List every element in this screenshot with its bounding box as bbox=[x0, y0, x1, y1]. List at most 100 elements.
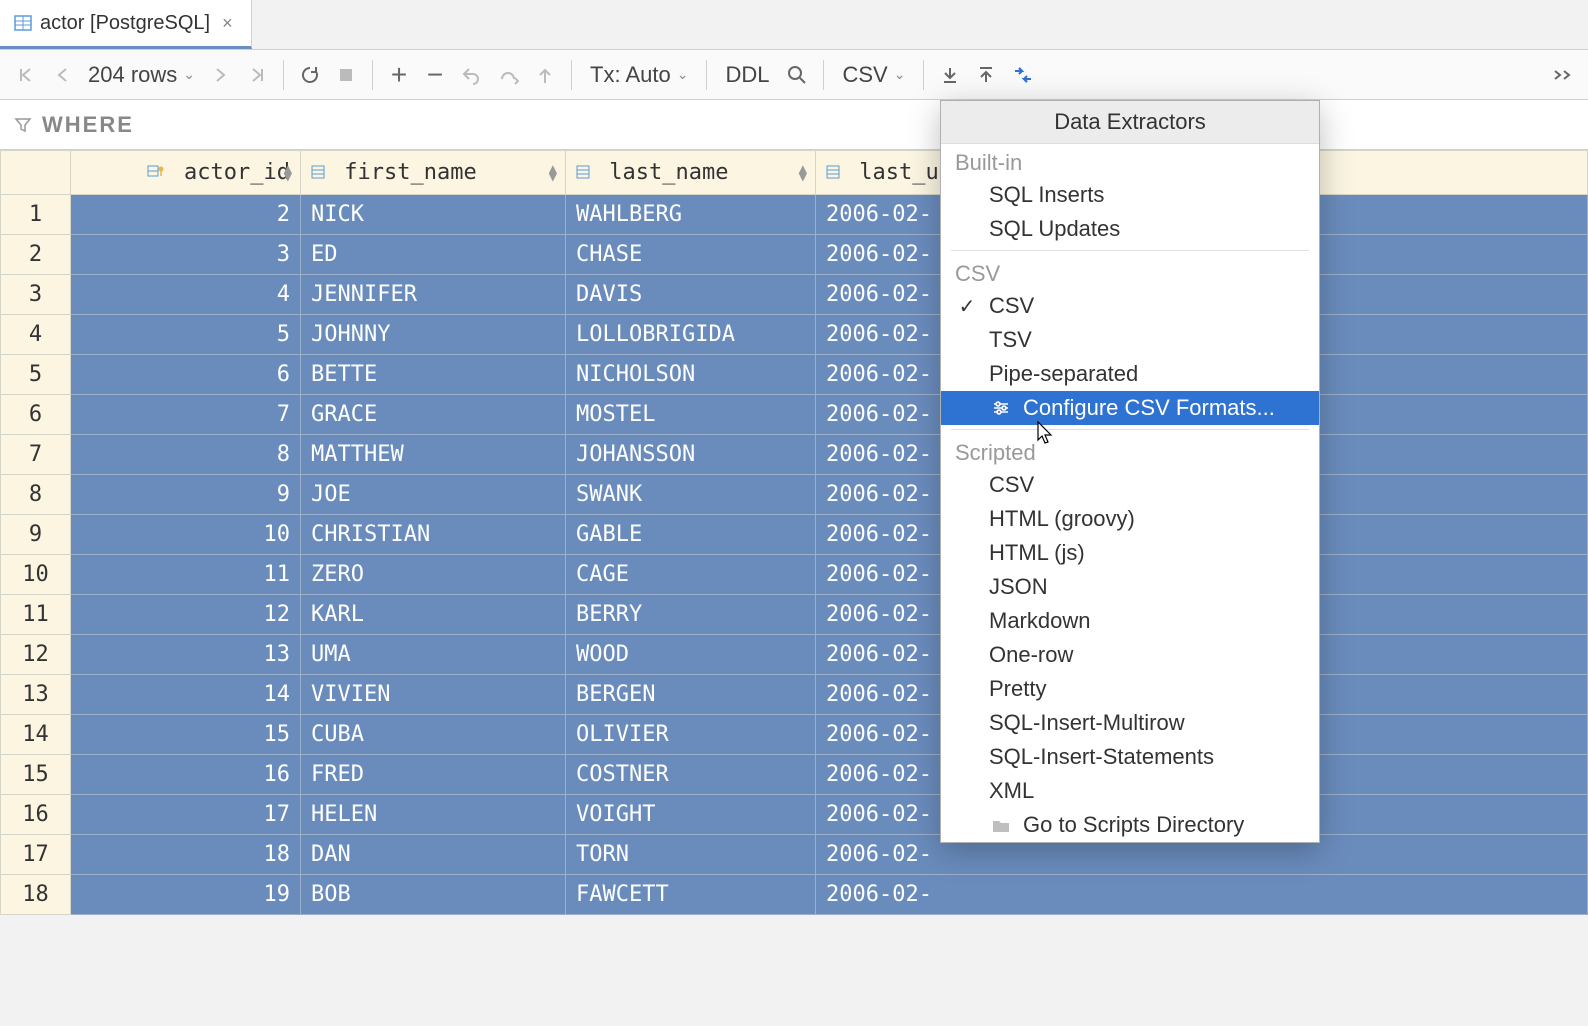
cell-first-name[interactable]: KARL bbox=[301, 595, 566, 635]
last-page-button[interactable] bbox=[239, 57, 275, 93]
cell-actor-id[interactable]: 6 bbox=[71, 355, 301, 395]
popup-item[interactable]: SQL Inserts bbox=[941, 178, 1319, 212]
cell-actor-id[interactable]: 14 bbox=[71, 675, 301, 715]
cell-last-name[interactable]: WAHLBERG bbox=[566, 195, 816, 235]
cell-actor-id[interactable]: 17 bbox=[71, 795, 301, 835]
cell-first-name[interactable]: BOB bbox=[301, 875, 566, 915]
cell-actor-id[interactable]: 5 bbox=[71, 315, 301, 355]
row-number[interactable]: 4 bbox=[1, 315, 71, 355]
table-row[interactable]: 1819BOBFAWCETT2006-02- bbox=[1, 875, 1588, 915]
cell-actor-id[interactable]: 13 bbox=[71, 635, 301, 675]
popup-item[interactable]: Go to Scripts Directory bbox=[941, 808, 1319, 842]
cell-first-name[interactable]: JOHNNY bbox=[301, 315, 566, 355]
row-number[interactable]: 14 bbox=[1, 715, 71, 755]
cell-last-name[interactable]: NICHOLSON bbox=[566, 355, 816, 395]
row-number[interactable]: 7 bbox=[1, 435, 71, 475]
compare-button[interactable] bbox=[1004, 57, 1042, 93]
popup-item[interactable]: XML bbox=[941, 774, 1319, 808]
revert-button[interactable] bbox=[453, 57, 489, 93]
table-row[interactable]: 34JENNIFERDAVIS2006-02- bbox=[1, 275, 1588, 315]
cell-last-name[interactable]: SWANK bbox=[566, 475, 816, 515]
column-header-actor-id[interactable]: actor_id ▲▼ bbox=[71, 151, 301, 195]
cell-first-name[interactable]: JOE bbox=[301, 475, 566, 515]
popup-item[interactable]: HTML (groovy) bbox=[941, 502, 1319, 536]
cell-last-name[interactable]: LOLLOBRIGIDA bbox=[566, 315, 816, 355]
cell-actor-id[interactable]: 10 bbox=[71, 515, 301, 555]
cell-first-name[interactable]: UMA bbox=[301, 635, 566, 675]
commit-button[interactable] bbox=[489, 57, 527, 93]
cell-first-name[interactable]: BETTE bbox=[301, 355, 566, 395]
row-number[interactable]: 16 bbox=[1, 795, 71, 835]
cell-last-name[interactable]: TORN bbox=[566, 835, 816, 875]
cell-last-name[interactable]: CHASE bbox=[566, 235, 816, 275]
table-row[interactable]: 1213UMAWOOD2006-02- bbox=[1, 635, 1588, 675]
table-row[interactable]: 78MATTHEWJOHANSSON2006-02- bbox=[1, 435, 1588, 475]
table-row[interactable]: 1718DANTORN2006-02- bbox=[1, 835, 1588, 875]
table-row[interactable]: 1011ZEROCAGE2006-02- bbox=[1, 555, 1588, 595]
row-number[interactable]: 9 bbox=[1, 515, 71, 555]
popup-item[interactable]: Pipe-separated bbox=[941, 357, 1319, 391]
row-number[interactable]: 3 bbox=[1, 275, 71, 315]
cell-last-name[interactable]: DAVIS bbox=[566, 275, 816, 315]
close-tab-button[interactable]: × bbox=[218, 13, 237, 34]
cell-actor-id[interactable]: 2 bbox=[71, 195, 301, 235]
table-row[interactable]: 1516FREDCOSTNER2006-02- bbox=[1, 755, 1588, 795]
table-row[interactable]: 12NICKWAHLBERG2006-02- bbox=[1, 195, 1588, 235]
first-page-button[interactable] bbox=[8, 57, 44, 93]
cell-last-name[interactable]: BERGEN bbox=[566, 675, 816, 715]
table-row[interactable]: 45JOHNNYLOLLOBRIGIDA2006-02- bbox=[1, 315, 1588, 355]
cell-first-name[interactable]: ZERO bbox=[301, 555, 566, 595]
cell-actor-id[interactable]: 19 bbox=[71, 875, 301, 915]
cell-first-name[interactable]: DAN bbox=[301, 835, 566, 875]
table-row[interactable]: 910CHRISTIANGABLE2006-02- bbox=[1, 515, 1588, 555]
cell-last-name[interactable]: OLIVIER bbox=[566, 715, 816, 755]
search-button[interactable] bbox=[779, 57, 815, 93]
popup-item[interactable]: Markdown bbox=[941, 604, 1319, 638]
cell-actor-id[interactable]: 18 bbox=[71, 835, 301, 875]
next-page-button[interactable] bbox=[203, 57, 239, 93]
cell-last-name[interactable]: COSTNER bbox=[566, 755, 816, 795]
table-row[interactable]: 89JOESWANK2006-02- bbox=[1, 475, 1588, 515]
cell-first-name[interactable]: GRACE bbox=[301, 395, 566, 435]
popup-item[interactable]: Pretty bbox=[941, 672, 1319, 706]
popup-item[interactable]: JSON bbox=[941, 570, 1319, 604]
table-row[interactable]: 56BETTENICHOLSON2006-02- bbox=[1, 355, 1588, 395]
row-number[interactable]: 15 bbox=[1, 755, 71, 795]
cell-last-name[interactable]: VOIGHT bbox=[566, 795, 816, 835]
editor-tab[interactable]: actor [PostgreSQL] × bbox=[0, 0, 252, 49]
cell-first-name[interactable]: VIVIEN bbox=[301, 675, 566, 715]
column-header-last-name[interactable]: last_name ▲▼ bbox=[566, 151, 816, 195]
row-number[interactable]: 8 bbox=[1, 475, 71, 515]
row-number[interactable]: 11 bbox=[1, 595, 71, 635]
remove-row-button[interactable]: − bbox=[417, 57, 453, 93]
stop-button[interactable] bbox=[328, 57, 364, 93]
cell-first-name[interactable]: CHRISTIAN bbox=[301, 515, 566, 555]
row-number[interactable]: 12 bbox=[1, 635, 71, 675]
cell-first-name[interactable]: HELEN bbox=[301, 795, 566, 835]
cell-actor-id[interactable]: 11 bbox=[71, 555, 301, 595]
row-number[interactable]: 6 bbox=[1, 395, 71, 435]
popup-item[interactable]: HTML (js) bbox=[941, 536, 1319, 570]
table-row[interactable]: 1617HELENVOIGHT2006-02- bbox=[1, 795, 1588, 835]
table-row[interactable]: 23EDCHASE2006-02- bbox=[1, 235, 1588, 275]
column-header-first-name[interactable]: first_name ▲▼ bbox=[301, 151, 566, 195]
cell-actor-id[interactable]: 15 bbox=[71, 715, 301, 755]
cell-last-update[interactable]: 2006-02- bbox=[816, 875, 1588, 915]
popup-item[interactable]: TSV bbox=[941, 323, 1319, 357]
popup-item[interactable]: ✓CSV bbox=[941, 289, 1319, 323]
export-button[interactable] bbox=[932, 57, 968, 93]
row-number-header[interactable] bbox=[1, 151, 71, 195]
popup-item[interactable]: One-row bbox=[941, 638, 1319, 672]
cell-first-name[interactable]: FRED bbox=[301, 755, 566, 795]
popup-item[interactable]: Configure CSV Formats... bbox=[941, 391, 1319, 425]
cell-first-name[interactable]: CUBA bbox=[301, 715, 566, 755]
extractor-selector[interactable]: CSV ⌄ bbox=[832, 62, 915, 88]
popup-item[interactable]: SQL-Insert-Multirow bbox=[941, 706, 1319, 740]
table-row[interactable]: 1112KARLBERRY2006-02- bbox=[1, 595, 1588, 635]
cell-actor-id[interactable]: 4 bbox=[71, 275, 301, 315]
tx-mode-selector[interactable]: Tx: Auto ⌄ bbox=[580, 62, 698, 88]
import-button[interactable] bbox=[968, 57, 1004, 93]
row-number[interactable]: 1 bbox=[1, 195, 71, 235]
cell-actor-id[interactable]: 9 bbox=[71, 475, 301, 515]
cell-actor-id[interactable]: 3 bbox=[71, 235, 301, 275]
